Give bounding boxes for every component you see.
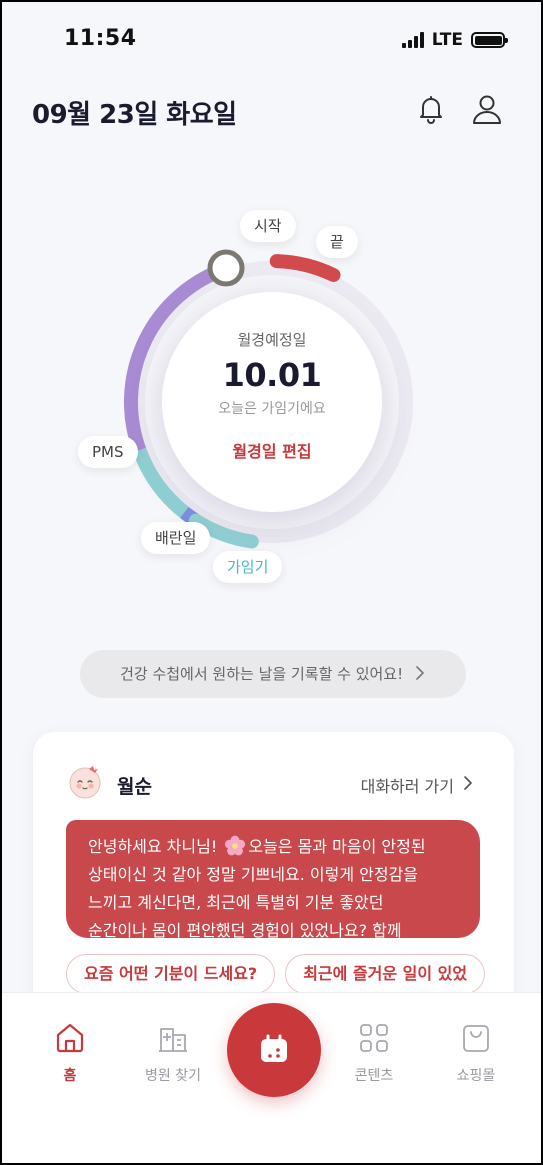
go-chat-link[interactable]: 대화하러 가기 (361, 773, 454, 797)
today-marker[interactable] (207, 249, 245, 287)
message-line: 안녕하세요 차니님! 오늘은 몸과 마음이 안정된 (88, 835, 426, 856)
tab-hospital[interactable]: 병원 찾기 (133, 1021, 213, 1085)
edit-period-button[interactable]: 월경일 편집 (232, 438, 311, 462)
tab-shop-label: 쇼핑몰 (456, 1068, 496, 1084)
grid-icon (360, 1024, 388, 1052)
fertile-label: 가임기 (213, 551, 283, 583)
chat-message-bubble[interactable]: 안녕하세요 차니님! 오늘은 몸과 마음이 안정된 상태이신 것 같아 정말 기… (66, 820, 480, 938)
character-avatar-icon (69, 766, 101, 799)
bottom-tab-bar: 홈 병원 찾기 콘텐츠 쇼핑몰 (2, 992, 541, 1163)
status-bar: 11:54 LTE (2, 2, 541, 72)
tab-hospital-label: 병원 찾기 (145, 1068, 201, 1084)
cycle-center: 월경예정일 10.01 오늘은 가임기에요 월경일 편집 (162, 292, 382, 512)
quick-reply-chip[interactable]: 최근에 즐거운 일이 있었 (285, 954, 486, 994)
status-indicators: LTE (401, 30, 508, 50)
tab-shop[interactable]: 쇼핑몰 (436, 1021, 516, 1085)
chevron-right-icon[interactable] (462, 775, 474, 791)
bell-icon[interactable] (414, 92, 448, 126)
page-title: 09월 23일 화요일 (32, 100, 237, 130)
message-line: 순간이나 몸이 편안했던 경험이 있었나요? 함께 (88, 921, 402, 938)
message-line: 느끼고 계신다면, 최근에 특별히 기분 좋았던 (88, 893, 384, 912)
ovulation-label: 배란일 (141, 522, 211, 554)
signal-icon (401, 32, 424, 48)
calendar-icon (261, 1034, 287, 1062)
tab-home[interactable]: 홈 (30, 1021, 110, 1085)
calendar-button[interactable] (227, 1003, 321, 1097)
network-type: LTE (431, 30, 463, 50)
cycle-status: 오늘은 가임기에요 (218, 401, 326, 417)
tab-contents[interactable]: 콘텐츠 (334, 1021, 414, 1085)
message-line: 상태이신 것 같아 정말 기쁘네요. 이렇게 안정감을 (88, 865, 419, 884)
health-notebook-banner[interactable]: 건강 수첩에서 원하는 날을 기록할 수 있어요! (80, 650, 466, 698)
quick-replies: 요즘 어떤 기분이 드세요? 최근에 즐거운 일이 있었 (66, 954, 514, 996)
hospital-icon (159, 1028, 187, 1052)
shopping-bag-icon (463, 1025, 489, 1052)
phone-screen: 11:54 LTE 09월 23일 화요일 월경예정일 10.01 오늘은 가임… (2, 2, 541, 1163)
battery-icon (471, 32, 508, 48)
next-period-date: 10.01 (222, 356, 322, 394)
character-name: 월순 (117, 776, 152, 798)
pms-label: PMS (78, 436, 138, 468)
start-label: 시작 (240, 210, 296, 242)
next-period-label: 월경예정일 (237, 331, 307, 349)
home-icon (56, 1023, 84, 1053)
tab-contents-label: 콘텐츠 (354, 1068, 394, 1084)
status-time: 11:54 (64, 26, 137, 51)
banner-text: 건강 수첩에서 원하는 날을 기록할 수 있어요! (120, 665, 404, 683)
flower-emoji-icon (225, 835, 246, 856)
cycle-ring-section: 월경예정일 10.01 오늘은 가임기에요 월경일 편집 시작 끝 PMS 배란… (2, 152, 541, 612)
end-label: 끝 (316, 226, 358, 258)
tab-home-label: 홈 (63, 1068, 77, 1084)
header: 09월 23일 화요일 (2, 84, 541, 140)
chevron-right-icon (416, 666, 424, 680)
quick-reply-chip[interactable]: 요즘 어떤 기분이 드세요? (66, 954, 276, 994)
user-icon[interactable] (470, 92, 504, 126)
